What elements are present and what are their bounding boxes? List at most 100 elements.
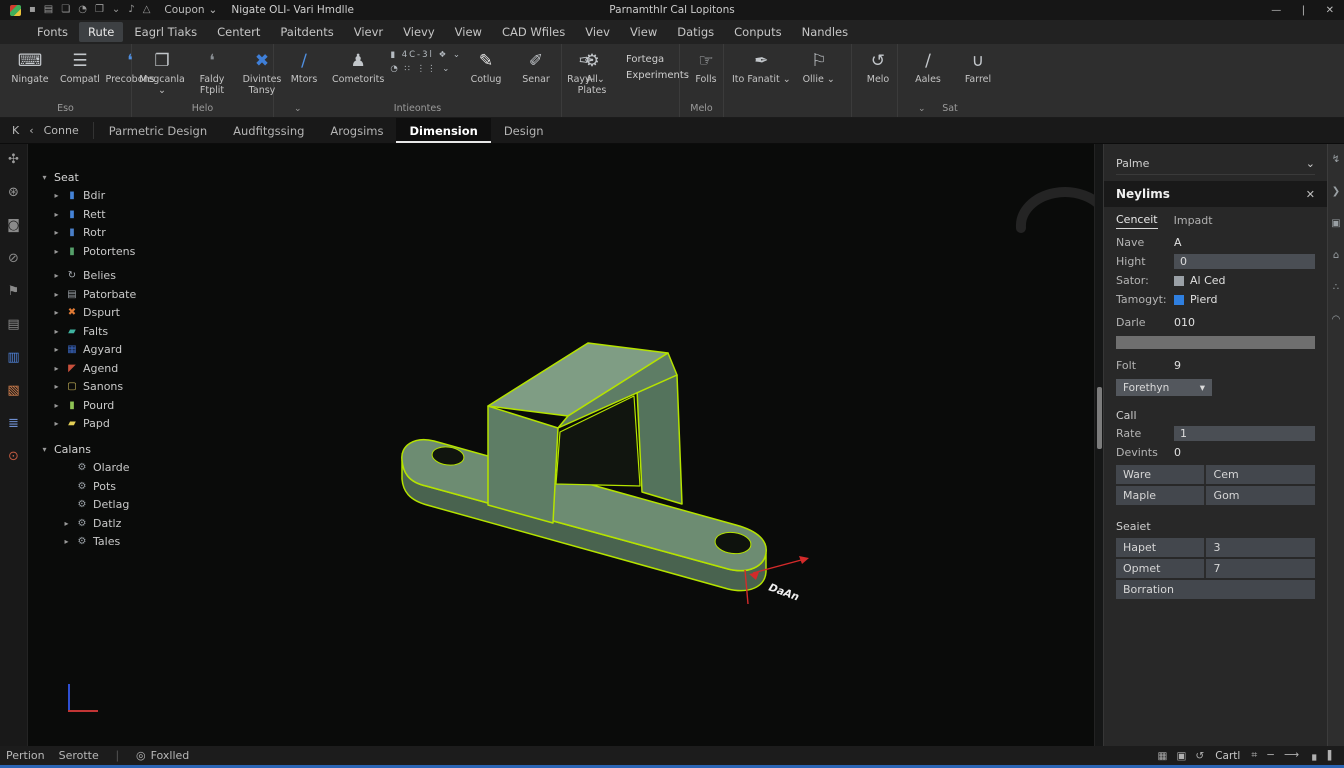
document-tab[interactable]: Arogsims [317,118,396,143]
table-row[interactable]: Hapet 3 [1116,538,1315,557]
viewport-scrollbar[interactable] [1094,144,1103,746]
darle-slider[interactable] [1116,336,1315,349]
tree-item[interactable]: ▸ ⚙ Tales [62,533,136,552]
tree-item[interactable]: ▸ ▮ Bdir [52,187,136,206]
search-icon[interactable]: ⊙ [8,449,19,465]
refresh-icon[interactable]: ↺ [1195,750,1204,762]
clock-icon[interactable]: ◔ [78,0,87,20]
menu-item[interactable]: Datigs [668,22,723,42]
status-item[interactable]: Serotte [59,749,99,762]
zoom-slider-icon[interactable]: ⟶ [1284,749,1299,762]
tree-item[interactable]: ▸ ⚙ Datlz [62,514,136,533]
hash-icon[interactable]: ⌗ [1251,749,1257,762]
forethyn-dropdown[interactable]: Forethyn ▾ [1116,379,1212,396]
tree-item[interactable]: ▸ ▦ Agyard [52,341,136,360]
hight-input[interactable]: 0 [1174,254,1315,269]
bracket-model[interactable]: DaAn [396,342,816,627]
document-tab[interactable]: Design [491,118,557,143]
viewport-3d[interactable]: ▾ Seat ▸ ▮ Bdir ▸ ▮ Rett ▸ ▮ [28,144,1103,746]
mini-tool-cluster[interactable]: ▮ 4C-3l ❖ ⌄ ◔ ∷ ⋮⋮ ⌄ [390,44,462,86]
menu-item[interactable]: View [621,22,666,42]
ribbon-button[interactable]: ❛ Faldy Ftplit [188,49,236,96]
minimize-button[interactable]: — [1271,5,1281,16]
tree-item[interactable]: ▸ ▮ Potortens [52,242,136,261]
menu-item[interactable]: Viev [576,22,619,42]
panel-selector-dropdown[interactable]: Palme ⌄ [1116,152,1315,175]
document-tab[interactable]: Dimension [396,118,490,143]
ribbon-button[interactable]: ☞ Folls [682,49,730,86]
menu-item[interactable]: Paitdents [271,22,342,42]
ribbon-button[interactable]: ✒ Ito Fanatit ⌄ [730,49,793,86]
ribbon-button[interactable]: ✐ Senar [512,49,560,86]
mode-toggle[interactable]: ◎ Foxlled [136,749,189,762]
document-icon[interactable]: ▤ [7,317,19,333]
bar-icon[interactable]: ❚ [1325,749,1334,762]
menu-item[interactable]: Vievr [345,22,392,42]
ribbon-button[interactable]: ☰ Compatl [56,49,104,86]
books-blue-icon[interactable]: ▥ [7,350,19,366]
arc-icon[interactable]: ◠ [1332,314,1341,325]
slash-circle-icon[interactable]: ⊘ [8,251,19,267]
chevron-down-icon[interactable]: ⌄ [112,0,120,20]
document-tab[interactable]: Parmetric Design [96,118,220,143]
grid-view-icon[interactable]: ▦ [1158,750,1168,762]
flag-icon[interactable]: ⚑ [8,284,20,300]
maximize-button[interactable]: ❘ [1299,5,1307,16]
table-row[interactable]: Opmet 7 [1116,559,1315,578]
bullet-icon[interactable]: ▪ [29,0,36,20]
tree-item[interactable]: ▸ ▰ Falts [52,322,136,341]
tree-item[interactable]: ▸ ▮ Pourd [52,396,136,415]
panel-tab[interactable]: Cenceit [1116,213,1158,229]
menu-item[interactable]: CAD Wfiles [493,22,574,42]
triangle-icon[interactable]: △ [143,0,151,20]
zoom-out-icon[interactable]: − [1266,749,1275,762]
menu-item[interactable]: View [446,22,491,42]
panel-view-icon[interactable]: ▣ [1176,750,1186,762]
ribbon-button[interactable]: ∕ Aales [904,49,952,86]
ribbon-button[interactable]: ✎ Cotlug [462,49,510,86]
menu-item[interactable]: Rute [79,22,123,42]
note-icon[interactable]: ♪ [128,0,134,20]
tree-item[interactable]: ▸ ▰ Papd [52,415,136,434]
ribbon-button[interactable]: ⚐ Ollie ⌄ [795,49,843,86]
nav-back-cluster[interactable]: K ‹ Conne [0,118,91,143]
ribbon-button[interactable]: ∪ Farrel [954,49,1002,86]
color-swatch[interactable] [1174,276,1184,286]
panel-tab[interactable]: Impadt [1174,214,1213,229]
tree-item[interactable]: ▸ ⚙ Detlag [62,496,136,515]
panel-icon[interactable]: ▣ [1331,218,1340,229]
table-row[interactable]: Maple Gom [1116,486,1315,505]
color-swatch[interactable] [1174,295,1184,305]
quick-access-dropdown[interactable]: Coupon ⌄ [164,4,217,16]
tree-root[interactable]: ▾ Calans [40,440,136,459]
close-icon[interactable]: ✕ [1306,188,1315,201]
ribbon-button[interactable]: ↺ Melo [854,49,902,86]
ribbon-button[interactable]: ⚙ All Plates [568,49,616,96]
grid-icon[interactable]: ▤ [44,0,53,20]
tree-item[interactable]: ▸ ⚙ Pots [62,477,136,496]
page-icon[interactable]: ❐ [95,0,104,20]
chevron-right-icon[interactable]: ❯ [1332,186,1340,197]
menu-item[interactable]: Conputs [725,22,790,42]
tree-item[interactable]: ▸ ◤ Agend [52,359,136,378]
table-row[interactable]: Ware Cem [1116,465,1315,484]
bolt-icon[interactable]: ↯ [1332,154,1340,165]
ribbon-button[interactable]: ♟ Cometorits [330,49,386,86]
corner-icon[interactable]: ▗ [1308,749,1316,762]
menu-item[interactable]: Fonts [28,22,77,42]
close-button[interactable]: ✕ [1326,5,1334,16]
window-icon[interactable]: ❏ [61,0,70,20]
bag-icon[interactable]: ◙ [7,218,20,234]
home-icon[interactable]: ⌂ [1333,250,1339,261]
menu-item[interactable]: Eagrl Tiaks [125,22,206,42]
scrollbar-thumb[interactable] [1097,387,1102,449]
tree-item[interactable]: ▸ ↻ Belies [52,267,136,286]
dots-icon[interactable]: ∴ [1333,282,1339,293]
tree-item[interactable]: ▸ ▮ Rett [52,205,136,224]
ribbon-button[interactable]: ❐ Megcanla ⌄ [138,49,186,96]
tree-item[interactable]: ▸ ✖ Dspurt [52,304,136,323]
tree-item[interactable]: ▸ ▢ Sanons [52,378,136,397]
folder-color-icon[interactable]: ▧ [7,383,19,399]
library-icon[interactable]: ≣ [8,416,19,432]
status-item[interactable]: Pertion [6,749,45,762]
